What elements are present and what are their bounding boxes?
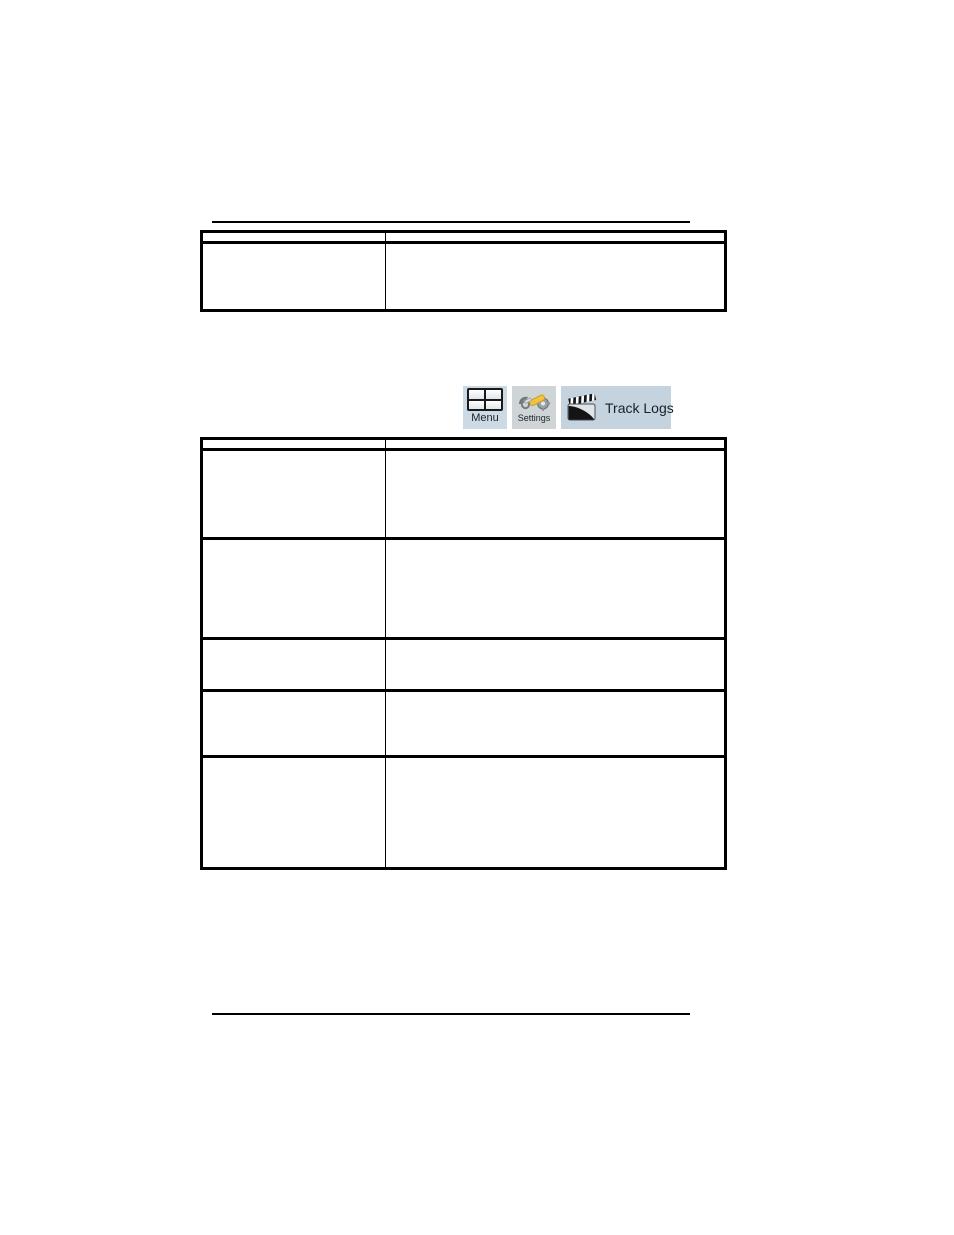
table-cell [385, 242, 727, 312]
table-cell [200, 449, 386, 540]
table-row [200, 242, 727, 312]
table-cell [200, 230, 386, 244]
table-row [200, 230, 727, 244]
top-horizontal-rule [212, 221, 690, 223]
device-toolbar-graphic: Menu Settings Track Logs [463, 386, 674, 429]
table-cell [385, 756, 727, 870]
menu-button[interactable]: Menu [463, 386, 507, 429]
document-page: Menu Settings Track Logs [0, 0, 954, 1235]
grid-menu-icon [467, 388, 503, 411]
table-cell [385, 449, 727, 540]
track-logs-button-label: Track Logs [605, 399, 674, 416]
table-cell [200, 638, 386, 692]
table-cell [200, 756, 386, 870]
footer-horizontal-rule [212, 1013, 690, 1015]
settings-button-label: Settings [517, 413, 551, 423]
table-row [200, 638, 727, 692]
screwdriver-gears-icon [516, 388, 552, 412]
table-row [200, 437, 727, 451]
table-cell [200, 242, 386, 312]
table-cell [385, 230, 727, 244]
table-row [200, 690, 727, 758]
table-row [200, 538, 727, 640]
clapperboard-icon [566, 392, 598, 422]
table-cell [200, 690, 386, 758]
table-cell [200, 437, 386, 451]
table-cell [200, 538, 386, 640]
table-cell [385, 437, 727, 451]
table-row [200, 449, 727, 540]
table-cell [385, 638, 727, 692]
menu-button-label: Menu [471, 412, 499, 424]
track-logs-button[interactable]: Track Logs [561, 386, 674, 429]
table-cell [385, 690, 727, 758]
table-one [200, 230, 727, 312]
settings-button[interactable]: Settings [512, 386, 556, 429]
table-cell [385, 538, 727, 640]
table-row [200, 756, 727, 870]
table-two [200, 437, 727, 870]
